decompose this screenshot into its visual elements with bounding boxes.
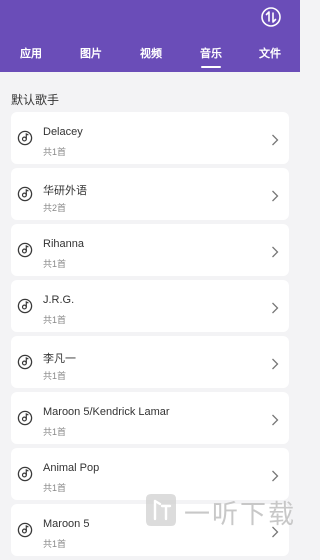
song-count: 共1首	[43, 427, 67, 437]
artist-name: 李凡一	[43, 353, 76, 365]
music-disc-icon	[17, 130, 33, 146]
artist-name: Animal Pop	[43, 462, 100, 474]
transfer-icon[interactable]	[260, 6, 282, 28]
top-bar: 应用 图片 视频 音乐 文件	[0, 0, 300, 72]
music-disc-icon	[17, 466, 33, 482]
song-count: 共1首	[43, 259, 67, 269]
watermark-logo-icon	[144, 492, 178, 528]
list-item[interactable]: Maroon 5/Kendrick Lamar 共1首	[11, 392, 289, 444]
chevron-right-icon	[271, 357, 279, 370]
tab-music[interactable]: 音乐	[198, 46, 224, 68]
list-item[interactable]: Delacey 共1首	[11, 112, 289, 164]
artist-name: J.R.G.	[43, 294, 75, 306]
song-count: 共1首	[43, 315, 67, 325]
chevron-right-icon	[271, 301, 279, 314]
list-item[interactable]: 华研外语 共2首	[11, 168, 289, 220]
tab-images[interactable]: 图片	[78, 46, 104, 68]
section-title: 默认歌手	[11, 93, 60, 107]
music-disc-icon	[17, 298, 33, 314]
artist-name: Maroon 5	[43, 518, 90, 530]
chevron-right-icon	[271, 245, 279, 258]
song-count: 共1首	[43, 371, 67, 381]
song-count: 共1首	[43, 539, 67, 549]
list-item[interactable]: J.R.G. 共1首	[11, 280, 289, 332]
chevron-right-icon	[271, 469, 279, 482]
music-disc-icon	[17, 410, 33, 426]
artist-name: Rihanna	[43, 238, 84, 250]
list-item[interactable]: Rihanna 共1首	[11, 224, 289, 276]
music-disc-icon	[17, 186, 33, 202]
watermark: 一听下载	[140, 488, 300, 533]
song-count: 共1首	[43, 147, 67, 157]
tab-videos[interactable]: 视频	[138, 46, 164, 68]
list-item[interactable]: 李凡一 共1首	[11, 336, 289, 388]
music-disc-icon	[17, 522, 33, 538]
artist-name: Delacey	[43, 126, 83, 138]
artist-name: Maroon 5/Kendrick Lamar	[43, 406, 170, 418]
chevron-right-icon	[271, 133, 279, 146]
chevron-right-icon	[271, 413, 279, 426]
tab-files[interactable]: 文件	[257, 46, 283, 68]
category-tabs: 应用 图片 视频 音乐 文件	[0, 40, 300, 72]
song-count: 共1首	[43, 483, 67, 493]
chevron-right-icon	[271, 189, 279, 202]
song-count: 共2首	[43, 203, 67, 213]
music-disc-icon	[17, 354, 33, 370]
music-disc-icon	[17, 242, 33, 258]
tab-apps[interactable]: 应用	[18, 46, 44, 68]
artist-name: 华研外语	[43, 185, 87, 197]
watermark-text: 一听下载	[184, 500, 297, 530]
